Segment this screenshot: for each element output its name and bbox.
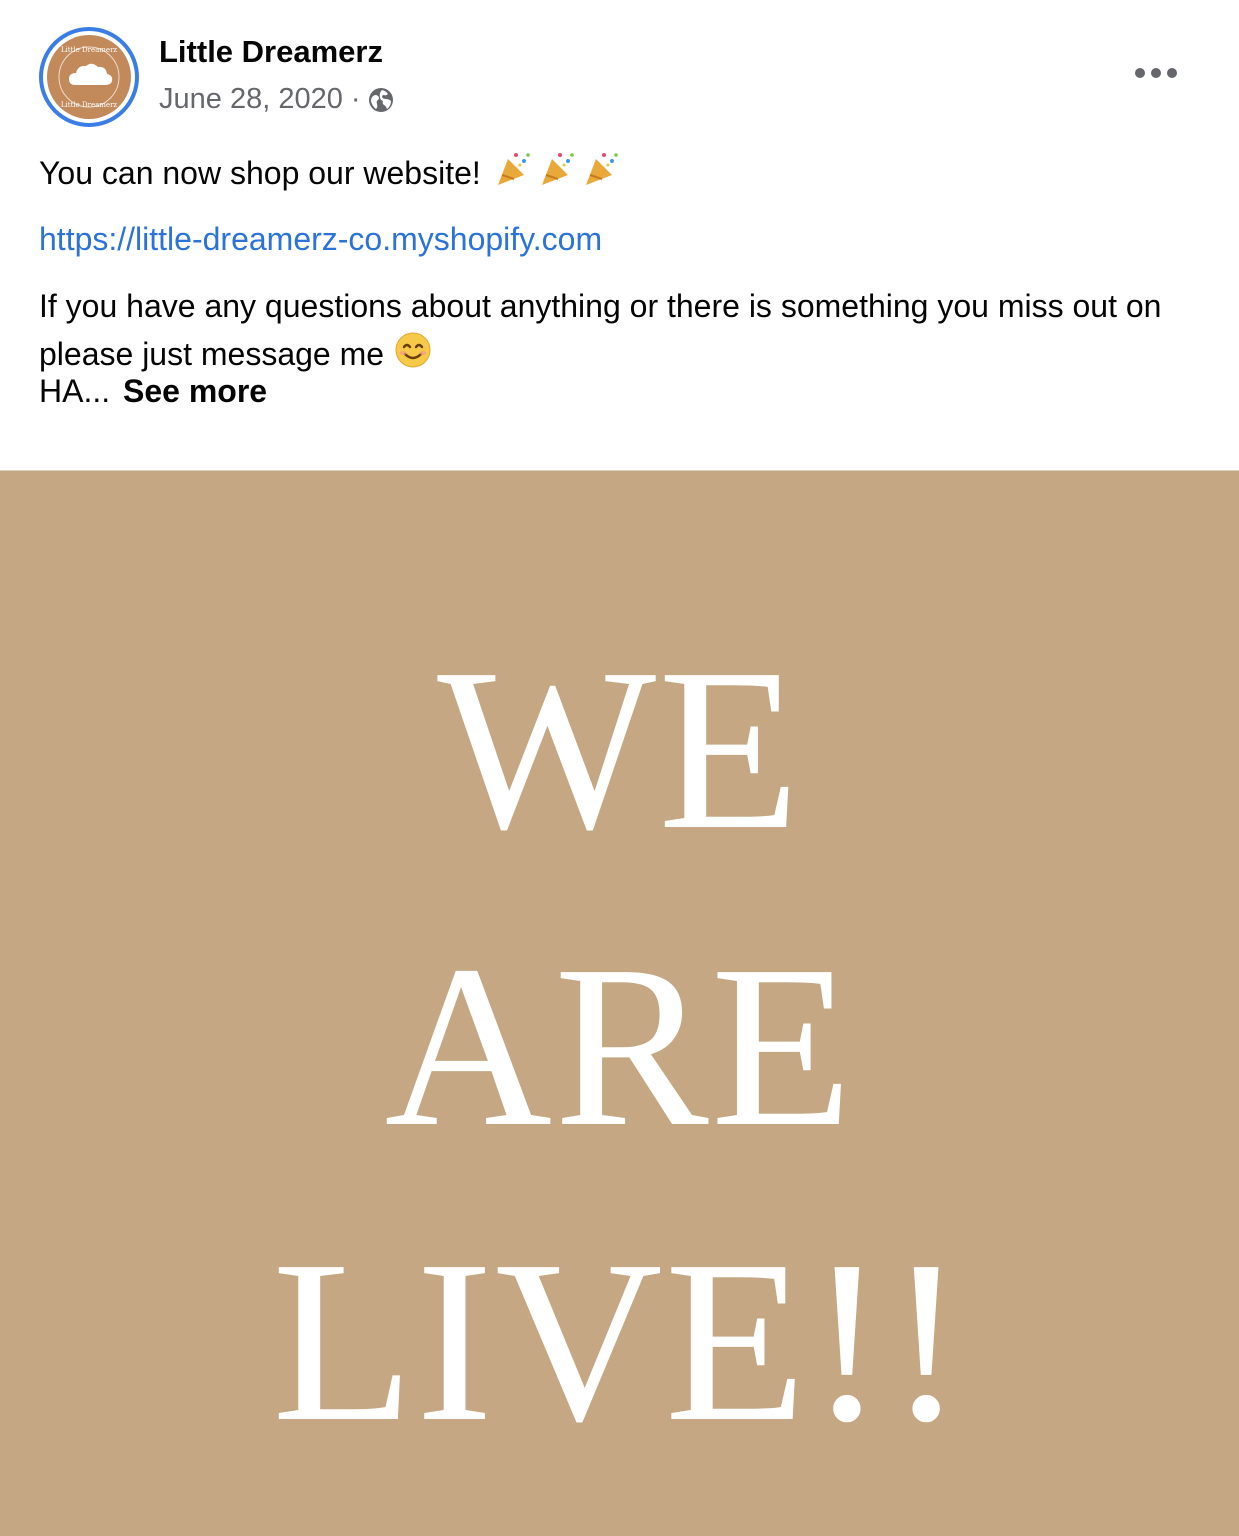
image-text-line3: LIVE!!: [272, 1213, 967, 1470]
post-image[interactable]: WE ARE LIVE!!: [0, 470, 1239, 1536]
post-text-headline: You can now shop our website!: [39, 155, 481, 191]
page-name[interactable]: Little Dreamerz: [159, 34, 383, 70]
post-text-line1: You can now shop our website!: [39, 149, 1199, 202]
see-more-link[interactable]: See more: [123, 373, 267, 409]
post-header: Little Dreamerz Little Dreamerz Little D…: [0, 0, 1239, 140]
party-popper-emoji-group: [494, 149, 624, 202]
ellipsis-icon: [1135, 68, 1177, 78]
meta-separator: ·: [350, 83, 361, 115]
globe-icon: [367, 86, 395, 114]
post-date[interactable]: June 28, 2020: [159, 83, 343, 116]
facebook-post: Little Dreamerz Little Dreamerz Little D…: [0, 0, 1239, 1536]
cloud-icon: Little Dreamerz Little Dreamerz: [58, 46, 120, 109]
image-text-line2: ARE: [384, 918, 855, 1175]
post-paragraph-text: If you have any questions about anything…: [39, 288, 1162, 372]
svg-text:Little Dreamerz: Little Dreamerz: [61, 46, 118, 54]
party-popper-icon: [497, 153, 618, 186]
image-text-line1: WE: [437, 621, 802, 878]
svg-text:Little Dreamerz: Little Dreamerz: [61, 101, 118, 109]
page-avatar[interactable]: Little Dreamerz Little Dreamerz: [39, 27, 139, 127]
truncated-text: HA...: [39, 373, 111, 409]
little-dreamerz-logo: Little Dreamerz Little Dreamerz: [47, 35, 131, 119]
post-truncated-line: HA... See more: [39, 367, 1199, 415]
post-meta: June 28, 2020 ·: [159, 83, 395, 116]
more-options-button[interactable]: [1126, 56, 1186, 90]
shop-link[interactable]: https://little-dreamerz-co.myshopify.com: [39, 215, 1199, 263]
